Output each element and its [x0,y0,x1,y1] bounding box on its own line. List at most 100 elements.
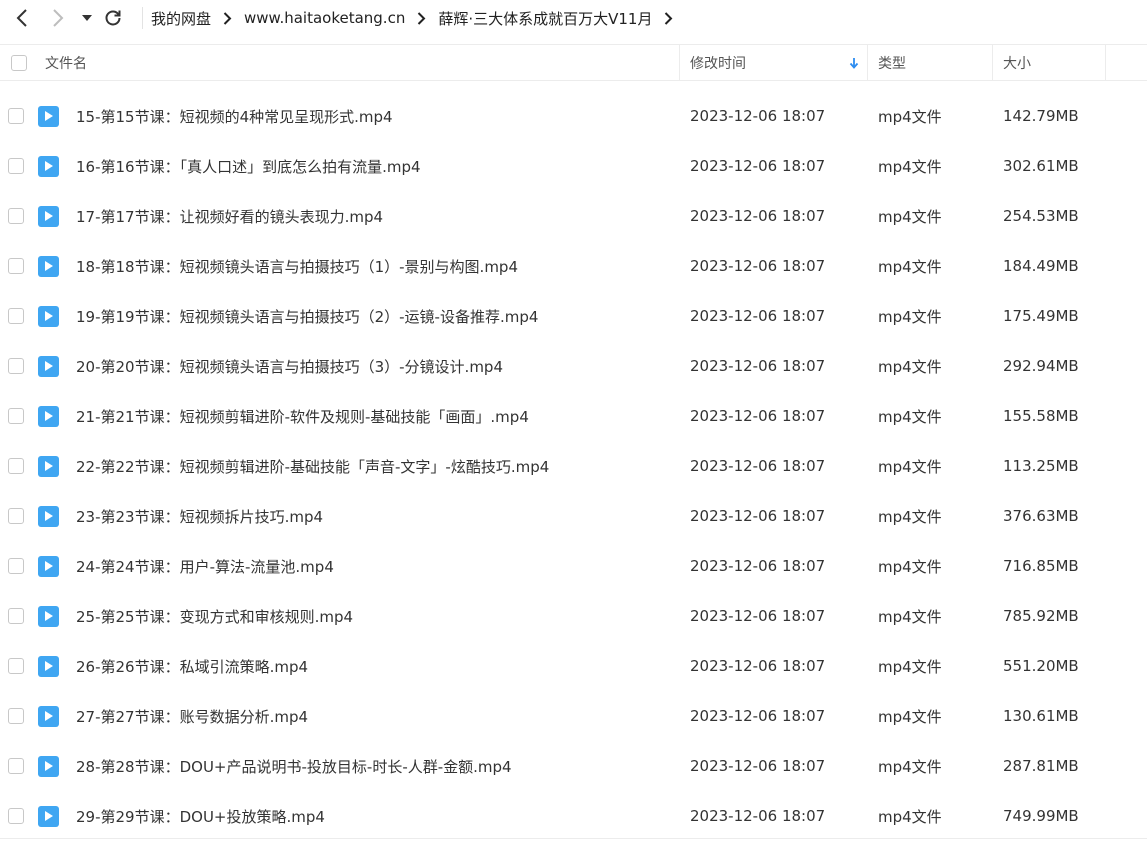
chevron-right-icon [53,9,64,27]
file-row-checkbox[interactable] [8,158,24,174]
file-size: 376.63MB [1003,507,1079,525]
file-modified-date: 2023-12-06 18:07 [690,657,826,675]
file-row[interactable]: 23-第23节课：短视频拆片技巧.mp4 2023-12-06 18:07 mp4文… [0,491,1147,541]
file-row[interactable]: 19-第19节课：短视频镜头语言与拍摄技巧（2）-运镜-设备推荐.mp4 2023… [0,291,1147,341]
file-name[interactable]: 29-第29节课：DOU+投放策略.mp4 [76,806,690,827]
file-row-checkbox[interactable] [8,708,24,724]
file-row[interactable]: 24-第24节课：用户-算法-流量池.mp4 2023-12-06 18:07 mp… [0,541,1147,591]
video-file-icon [38,455,59,477]
file-name[interactable]: 23-第23节课：短视频拆片技巧.mp4 [76,506,690,527]
file-size: 142.79MB [1003,107,1079,125]
file-row-checkbox[interactable] [8,108,24,124]
history-dropdown-button[interactable] [76,0,98,36]
breadcrumb-item-root[interactable]: 我的网盘 [151,8,211,29]
column-header-size[interactable]: 大小 [993,45,1106,80]
file-row[interactable]: 17-第17节课：让视频好看的镜头表现力.mp4 2023-12-06 18:07… [0,191,1147,241]
file-type: mp4文件 [878,657,942,676]
file-type: mp4文件 [878,457,942,476]
video-file-icon [38,105,59,127]
file-size: 551.20MB [1003,657,1079,675]
file-row[interactable]: 29-第29节课：DOU+投放策略.mp4 2023-12-06 18:07 mp4… [0,791,1147,841]
breadcrumb: 我的网盘 www.haitaoketang.cn 薛辉·三大体系成就百万大V11… [151,8,685,29]
video-file-icon [38,205,59,227]
forward-button[interactable] [40,0,76,36]
file-row[interactable]: 22-第22节课：短视频剪辑进阶-基础技能「声音-文字」-炫酷技巧.mp4 202… [0,441,1147,491]
file-row-checkbox[interactable] [8,408,24,424]
file-list-header: 文件名 修改时间 类型 大小 [0,44,1147,81]
refresh-button[interactable] [98,0,128,36]
file-type: mp4文件 [878,557,942,576]
file-modified-date: 2023-12-06 18:07 [690,607,826,625]
file-row-checkbox[interactable] [8,208,24,224]
file-type: mp4文件 [878,157,942,176]
file-modified-date: 2023-12-06 18:07 [690,307,826,325]
file-row[interactable]: 26-第26节课：私域引流策略.mp4 2023-12-06 18:07 mp4文件… [0,641,1147,691]
video-file-icon [38,805,59,827]
file-row[interactable]: 25-第25节课：变现方式和审核规则.mp4 2023-12-06 18:07 mp… [0,591,1147,641]
file-name[interactable]: 15-第15节课：短视频的4种常见呈现形式.mp4 [76,106,690,127]
file-name[interactable]: 26-第26节课：私域引流策略.mp4 [76,656,690,677]
chevron-left-icon [16,9,27,27]
column-header-date[interactable]: 修改时间 [680,45,868,80]
file-type: mp4文件 [878,807,942,826]
back-button[interactable] [4,0,40,36]
file-row-checkbox[interactable] [8,658,24,674]
file-list: 15-第15节课：短视频的4种常见呈现形式.mp4 2023-12-06 18:0… [0,91,1147,841]
file-name[interactable]: 22-第22节课：短视频剪辑进阶-基础技能「声音-文字」-炫酷技巧.mp4 [76,456,690,477]
file-row[interactable]: 16-第16节课：「真人口述」到底怎么拍有流量.mp4 2023-12-06 18… [0,141,1147,191]
video-file-icon [38,305,59,327]
file-row-checkbox[interactable] [8,608,24,624]
list-bottom-border [0,838,1147,839]
file-name[interactable]: 21-第21节课：短视频剪辑进阶-软件及规则-基础技能「画面」.mp4 [76,406,690,427]
select-all-checkbox[interactable] [11,54,27,71]
chevron-right-icon [223,11,232,25]
breadcrumb-item-current[interactable]: 薛辉·三大体系成就百万大V11月 [438,8,652,29]
column-header-name[interactable]: 文件名 [36,45,680,80]
video-file-icon [38,555,59,577]
file-size: 175.49MB [1003,307,1079,325]
file-modified-date: 2023-12-06 18:07 [690,457,826,475]
file-row[interactable]: 21-第21节课：短视频剪辑进阶-软件及规则-基础技能「画面」.mp4 2023-… [0,391,1147,441]
file-row-checkbox[interactable] [8,508,24,524]
refresh-icon [105,10,121,26]
file-row[interactable]: 20-第20节课：短视频镜头语言与拍摄技巧（3）-分镜设计.mp4 2023-12… [0,341,1147,391]
file-name[interactable]: 25-第25节课：变现方式和审核规则.mp4 [76,606,690,627]
file-size: 749.99MB [1003,807,1079,825]
video-file-icon [38,505,59,527]
file-row-checkbox[interactable] [8,258,24,274]
column-header-type[interactable]: 类型 [868,45,993,80]
video-file-icon [38,605,59,627]
file-type: mp4文件 [878,507,942,526]
file-modified-date: 2023-12-06 18:07 [690,757,826,775]
file-name[interactable]: 18-第18节课：短视频镜头语言与拍摄技巧（1）-景别与构图.mp4 [76,256,690,277]
file-size: 113.25MB [1003,457,1079,475]
file-row-checkbox[interactable] [8,458,24,474]
file-name[interactable]: 19-第19节课：短视频镜头语言与拍摄技巧（2）-运镜-设备推荐.mp4 [76,306,690,327]
video-file-icon [38,755,59,777]
file-name[interactable]: 27-第27节课：账号数据分析.mp4 [76,706,690,727]
video-file-icon [38,355,59,377]
file-row[interactable]: 15-第15节课：短视频的4种常见呈现形式.mp4 2023-12-06 18:0… [0,91,1147,141]
file-size: 716.85MB [1003,557,1079,575]
chevron-right-icon[interactable] [664,11,673,25]
file-modified-date: 2023-12-06 18:07 [690,407,826,425]
file-size: 254.53MB [1003,207,1079,225]
file-row-checkbox[interactable] [8,808,24,824]
file-row[interactable]: 18-第18节课：短视频镜头语言与拍摄技巧（1）-景别与构图.mp4 2023-1… [0,241,1147,291]
file-row-checkbox[interactable] [8,758,24,774]
breadcrumb-item-folder[interactable]: www.haitaoketang.cn [244,9,405,27]
file-name[interactable]: 20-第20节课：短视频镜头语言与拍摄技巧（3）-分镜设计.mp4 [76,356,690,377]
file-name[interactable]: 24-第24节课：用户-算法-流量池.mp4 [76,556,690,577]
file-row[interactable]: 28-第28节课：DOU+产品说明书-投放目标-时长-人群-金额.mp4 2023… [0,741,1147,791]
file-type: mp4文件 [878,407,942,426]
file-row-checkbox[interactable] [8,358,24,374]
file-name[interactable]: 17-第17节课：让视频好看的镜头表现力.mp4 [76,206,690,227]
file-size: 130.61MB [1003,707,1079,725]
file-row-checkbox[interactable] [8,558,24,574]
file-name[interactable]: 16-第16节课：「真人口述」到底怎么拍有流量.mp4 [76,156,690,177]
video-file-icon [38,705,59,727]
file-name[interactable]: 28-第28节课：DOU+产品说明书-投放目标-时长-人群-金额.mp4 [76,756,690,777]
file-row[interactable]: 27-第27节课：账号数据分析.mp4 2023-12-06 18:07 mp4文件… [0,691,1147,741]
file-row-checkbox[interactable] [8,308,24,324]
file-modified-date: 2023-12-06 18:07 [690,257,826,275]
